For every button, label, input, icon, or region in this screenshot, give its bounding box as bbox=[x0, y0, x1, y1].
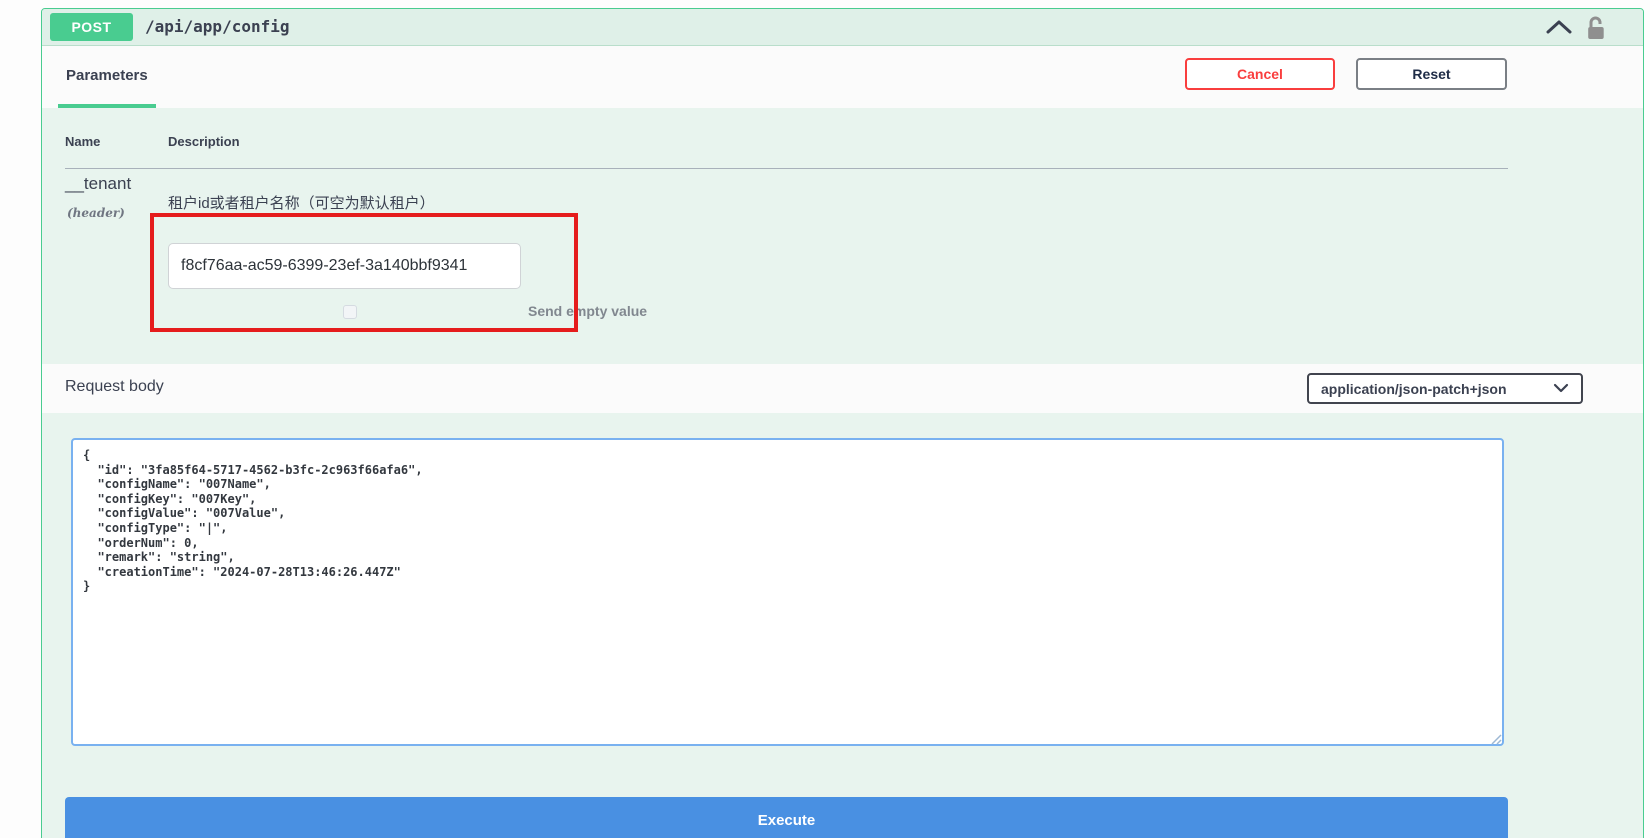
send-empty-value-checkbox[interactable] bbox=[343, 305, 357, 319]
reset-button[interactable]: Reset bbox=[1356, 58, 1507, 90]
parameter-name: __tenant bbox=[65, 174, 131, 194]
operation-block-post: POST /api/app/config Parameters Cancel R… bbox=[41, 8, 1644, 838]
column-header-name: Name bbox=[65, 134, 100, 149]
execute-button[interactable]: Execute bbox=[65, 797, 1508, 838]
auth-unlock-icon[interactable] bbox=[1585, 14, 1607, 47]
collapse-chevron-up-icon[interactable] bbox=[1545, 19, 1573, 41]
chevron-down-icon bbox=[1553, 380, 1569, 398]
request-body-editor[interactable]: { "id": "3fa85f64-5717-4562-b3fc-2c963f6… bbox=[71, 438, 1504, 746]
request-body-header: Request body application/json-patch+json bbox=[42, 364, 1643, 413]
endpoint-path: /api/app/config bbox=[145, 17, 290, 36]
tenant-value-input[interactable] bbox=[168, 243, 521, 289]
request-body-label: Request body bbox=[65, 378, 164, 396]
table-header-divider bbox=[65, 168, 1508, 169]
parameters-section: Name Description __tenant (header) 租户id或… bbox=[42, 108, 1643, 364]
send-empty-value-label: Send empty value bbox=[528, 303, 647, 319]
operation-summary[interactable]: POST /api/app/config bbox=[42, 9, 1643, 46]
parameter-description: 租户id或者租户名称（可空为默认租户） bbox=[168, 192, 435, 213]
tab-bar: Parameters Cancel Reset bbox=[42, 46, 1643, 108]
http-method-badge: POST bbox=[50, 13, 133, 41]
column-header-description: Description bbox=[168, 134, 240, 149]
content-type-dropdown[interactable]: application/json-patch+json bbox=[1307, 373, 1583, 404]
cancel-button[interactable]: Cancel bbox=[1185, 58, 1335, 90]
request-body-editor-section: { "id": "3fa85f64-5717-4562-b3fc-2c963f6… bbox=[42, 413, 1643, 838]
tab-parameters[interactable]: Parameters bbox=[58, 46, 156, 108]
parameter-location: (header) bbox=[67, 206, 125, 220]
content-type-selected-value: application/json-patch+json bbox=[1321, 381, 1507, 397]
